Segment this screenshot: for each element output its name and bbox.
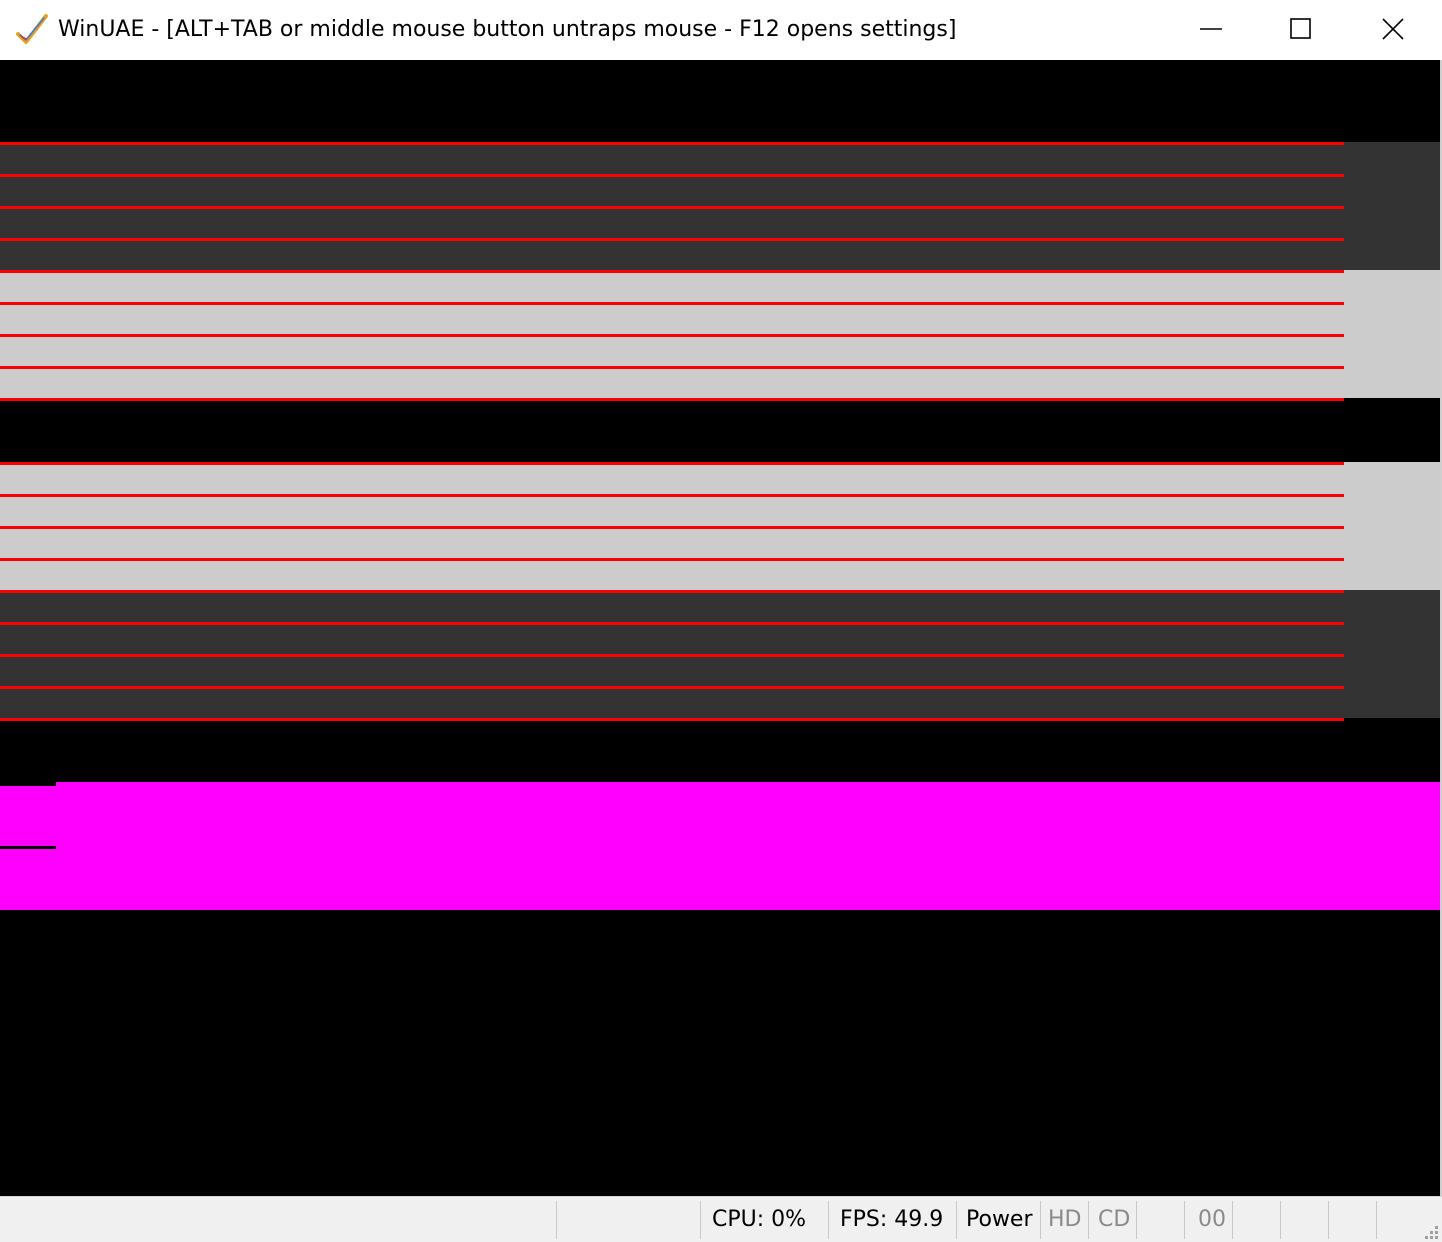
red-stripe <box>0 494 1344 497</box>
hd-led[interactable]: HD <box>1048 1206 1081 1234</box>
maximize-icon <box>1290 18 1311 39</box>
status-separator <box>556 1201 557 1239</box>
black-marker <box>0 782 56 786</box>
emulator-display[interactable] <box>0 60 1440 1196</box>
status-separator <box>956 1201 957 1239</box>
status-separator <box>1136 1201 1137 1239</box>
red-stripe <box>0 270 1344 273</box>
close-icon <box>1382 18 1404 40</box>
red-stripe <box>0 686 1344 689</box>
maximize-button[interactable] <box>1256 0 1346 58</box>
red-stripe <box>0 142 1344 145</box>
red-stripe <box>0 558 1344 561</box>
status-separator <box>1280 1201 1281 1239</box>
power-led[interactable]: Power <box>966 1206 1033 1234</box>
red-stripe <box>0 462 1344 465</box>
red-stripe <box>0 174 1344 177</box>
cpu-usage: CPU: 0% <box>712 1207 807 1232</box>
minimize-button[interactable] <box>1166 0 1256 58</box>
status-separator <box>1184 1201 1185 1239</box>
status-bar: CPU: 0% FPS: 49.9 Power HD CD 00 <box>0 1196 1442 1242</box>
cd-led[interactable]: CD <box>1098 1206 1130 1234</box>
red-stripe <box>0 366 1344 369</box>
red-stripe <box>0 334 1344 337</box>
black-marker <box>0 846 56 849</box>
red-stripe <box>0 238 1344 241</box>
close-button[interactable] <box>1348 0 1438 58</box>
status-separator <box>1376 1201 1377 1239</box>
status-separator <box>828 1201 829 1239</box>
magenta-band <box>0 782 1440 910</box>
title-bar[interactable]: WinUAE - [ALT+TAB or middle mouse button… <box>0 0 1442 60</box>
status-separator <box>700 1201 701 1239</box>
red-stripe <box>0 302 1344 305</box>
red-stripe <box>0 590 1344 593</box>
red-stripe <box>0 206 1344 209</box>
red-stripe <box>0 526 1344 529</box>
red-stripe <box>0 622 1344 625</box>
status-separator <box>1088 1201 1089 1239</box>
status-separator <box>1232 1201 1233 1239</box>
status-separator <box>1328 1201 1329 1239</box>
floppy-drive-track[interactable]: 00 <box>1198 1206 1226 1234</box>
red-stripe <box>0 718 1344 721</box>
minimize-icon <box>1200 28 1222 30</box>
red-stripe <box>0 654 1344 657</box>
window-title: WinUAE - [ALT+TAB or middle mouse button… <box>58 17 957 42</box>
resize-grip-icon[interactable] <box>1418 1219 1440 1241</box>
fps-counter: FPS: 49.9 <box>840 1207 944 1232</box>
winuae-window: WinUAE - [ALT+TAB or middle mouse button… <box>0 0 1442 1242</box>
checkmark-app-icon <box>16 14 48 44</box>
red-stripe <box>0 398 1344 401</box>
status-separator <box>1040 1201 1041 1239</box>
